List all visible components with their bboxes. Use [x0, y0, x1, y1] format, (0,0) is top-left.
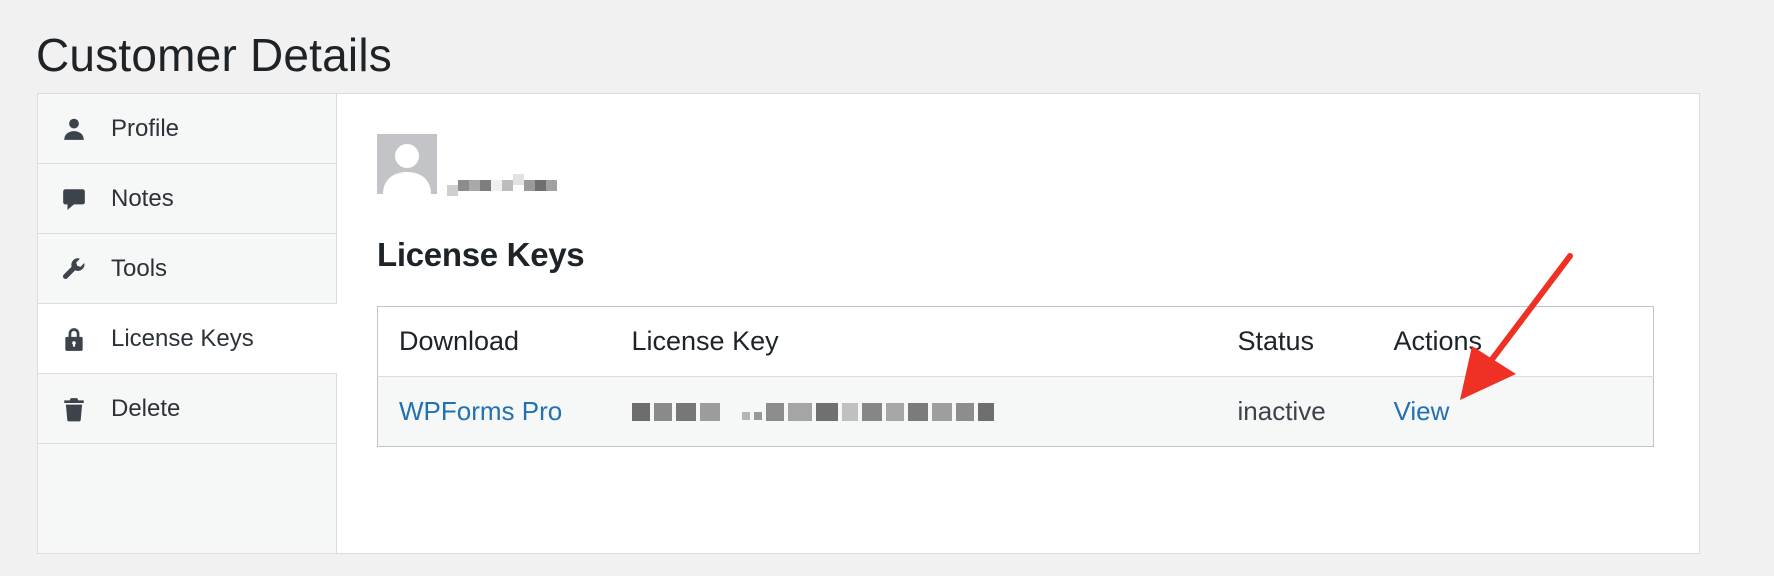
sidebar-item-label: Profile: [111, 114, 180, 142]
customer-name-redacted: [447, 174, 557, 196]
sidebar-item-profile[interactable]: Profile: [38, 94, 336, 164]
default-avatar-icon: [377, 134, 437, 194]
sidebar-item-notes[interactable]: Notes: [38, 164, 336, 234]
user-icon: [59, 114, 89, 144]
sidebar-item-label: Delete: [111, 394, 181, 422]
sidebar-item-label: Notes: [111, 184, 174, 212]
sidebar-item-license-keys[interactable]: License Keys: [38, 304, 337, 374]
column-header-download: Download: [377, 306, 611, 377]
lock-icon: [59, 324, 89, 354]
column-header-license-key: License Key: [610, 306, 1217, 377]
sidebar-item-tools[interactable]: Tools: [38, 234, 336, 304]
avatar: [377, 134, 437, 194]
section-title: License Keys: [377, 236, 585, 273]
sidebar-item-label: License Keys: [111, 324, 254, 352]
table-row: WPForms Pro inactive View: [377, 376, 1654, 447]
column-header-status: Status: [1216, 306, 1373, 377]
license-keys-content: License Keys Download License Key Status…: [338, 94, 1699, 553]
column-header-actions: Actions: [1372, 306, 1654, 377]
page-title: Customer Details: [36, 29, 392, 81]
speech-bubble-icon: [59, 184, 89, 214]
status-cell: inactive: [1216, 376, 1373, 447]
wrench-icon: [59, 254, 89, 284]
table-header-row: Download License Key Status Actions: [377, 306, 1654, 377]
view-action-link[interactable]: View: [1394, 396, 1450, 426]
sidebar-item-label: Tools: [111, 254, 168, 282]
trash-icon: [59, 394, 89, 424]
license-keys-table: Download License Key Status Actions WPFo…: [377, 306, 1654, 447]
customer-sidebar-nav: Profile Notes Tools License Keys Delete: [38, 94, 337, 553]
download-link[interactable]: WPForms Pro: [399, 396, 562, 426]
sidebar-item-delete[interactable]: Delete: [38, 374, 336, 444]
license-key-redacted: [631, 402, 1217, 422]
customer-details-panel: Profile Notes Tools License Keys Delete: [37, 93, 1700, 554]
